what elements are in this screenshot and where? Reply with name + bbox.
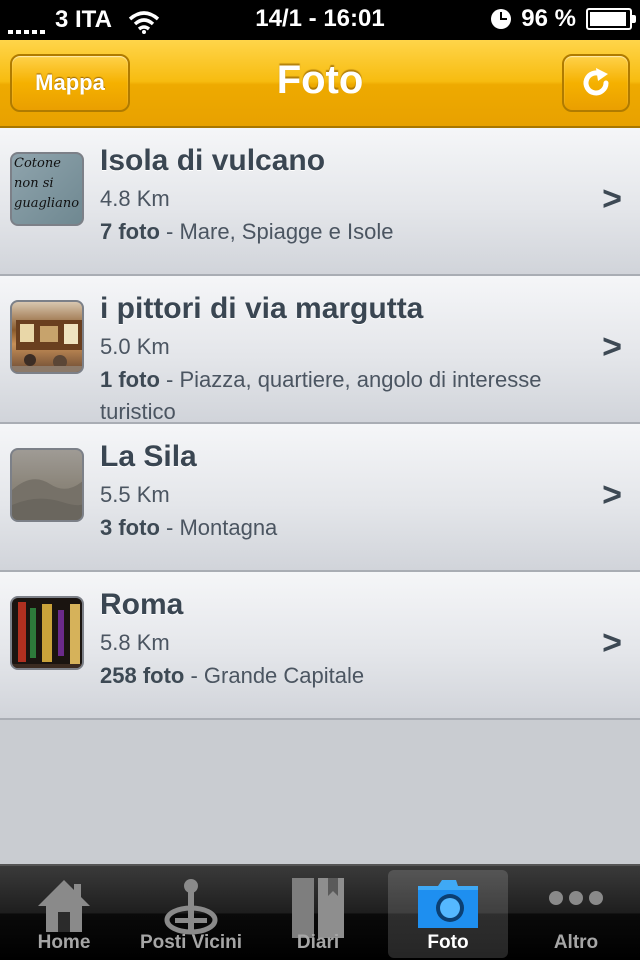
- thumbnail-image: [12, 320, 82, 372]
- photo-thumbnail: Cotone non si guagliano: [10, 152, 84, 226]
- place-distance: 5.5 Km: [100, 482, 170, 507]
- tab-altro[interactable]: Altro: [516, 870, 636, 958]
- refresh-button[interactable]: [562, 54, 630, 112]
- more-dots-icon: [549, 891, 603, 905]
- tab-label: Altro: [553, 932, 599, 953]
- alarm-clock-icon: [491, 9, 512, 29]
- chevron-right-icon: >: [602, 180, 622, 218]
- place-title: Isola di vulcano: [100, 144, 326, 177]
- place-category: - Piazza, quartiere, angolo di interesse…: [100, 367, 542, 424]
- home-icon: [38, 880, 90, 932]
- tab-diari[interactable]: Diari: [258, 870, 378, 958]
- tab-label: Home: [37, 932, 91, 953]
- battery-icon: [586, 8, 636, 30]
- thumb-text-line: guagliano: [14, 196, 80, 211]
- list-item[interactable]: i pittori di via margutta 5.0 Km 1 foto …: [0, 276, 640, 424]
- status-right: 96 %: [491, 5, 636, 33]
- place-distance: 5.8 Km: [100, 630, 170, 655]
- book-icon: [292, 878, 344, 938]
- photo-thumbnail: [10, 448, 84, 522]
- status-bar: 3 ITA 14/1 - 16:01 96 %: [0, 0, 640, 40]
- tab-label: Foto: [427, 932, 469, 953]
- battery-percent: 96 %: [521, 5, 576, 32]
- place-title: Roma: [100, 588, 184, 621]
- place-distance: 4.8 Km: [100, 186, 170, 211]
- camera-folder-icon: [418, 880, 478, 928]
- places-list: Cotone non si guagliano Isola di vulcano…: [0, 128, 640, 720]
- place-title: i pittori di via margutta: [100, 292, 424, 325]
- tab-label: Diari: [296, 932, 340, 953]
- thumbnail-image: [12, 602, 82, 668]
- place-distance: 5.0 Km: [100, 334, 170, 359]
- photo-count: 258 foto: [100, 663, 185, 688]
- place-meta: 258 foto - Grande Capitale: [100, 660, 560, 692]
- chevron-right-icon: >: [602, 476, 622, 514]
- page-title: Foto: [276, 58, 364, 102]
- refresh-icon: [583, 68, 609, 96]
- photo-count: 3 foto: [100, 515, 160, 540]
- thumbnail-image: [12, 479, 82, 520]
- place-meta: 1 foto - Piazza, quartiere, angolo di in…: [100, 364, 560, 428]
- place-meta: 3 foto - Montagna: [100, 512, 560, 544]
- tab-posti-vicini[interactable]: Posti Vicini: [131, 870, 251, 958]
- photo-count: 7 foto: [100, 219, 160, 244]
- tab-label: Posti Vicini: [139, 932, 243, 953]
- list-item[interactable]: Roma 5.8 Km 258 foto - Grande Capitale >: [0, 572, 640, 720]
- tab-bar: Home Posti Vicini Diari Foto Altro: [0, 864, 640, 960]
- tab-home[interactable]: Home: [4, 870, 124, 958]
- photo-thumbnail: [10, 300, 84, 374]
- thumb-text-line: Cotone: [14, 156, 61, 171]
- place-title: La Sila: [100, 440, 197, 473]
- place-category: - Mare, Spiagge e Isole: [159, 219, 394, 244]
- place-meta: 7 foto - Mare, Spiagge e Isole: [100, 216, 560, 248]
- chevron-right-icon: >: [602, 624, 622, 662]
- joystick-icon: [164, 879, 218, 935]
- list-item[interactable]: Cotone non si guagliano Isola di vulcano…: [0, 128, 640, 276]
- place-category: - Grande Capitale: [184, 663, 365, 688]
- list-item[interactable]: La Sila 5.5 Km 3 foto - Montagna >: [0, 424, 640, 572]
- photo-count: 1 foto: [100, 367, 160, 392]
- tab-foto[interactable]: Foto: [388, 870, 508, 958]
- place-category: - Montagna: [159, 515, 278, 540]
- chevron-right-icon: >: [602, 328, 622, 366]
- navigation-bar: Mappa Foto: [0, 40, 640, 128]
- thumb-text-line: non si: [14, 176, 54, 191]
- photo-thumbnail: [10, 596, 84, 670]
